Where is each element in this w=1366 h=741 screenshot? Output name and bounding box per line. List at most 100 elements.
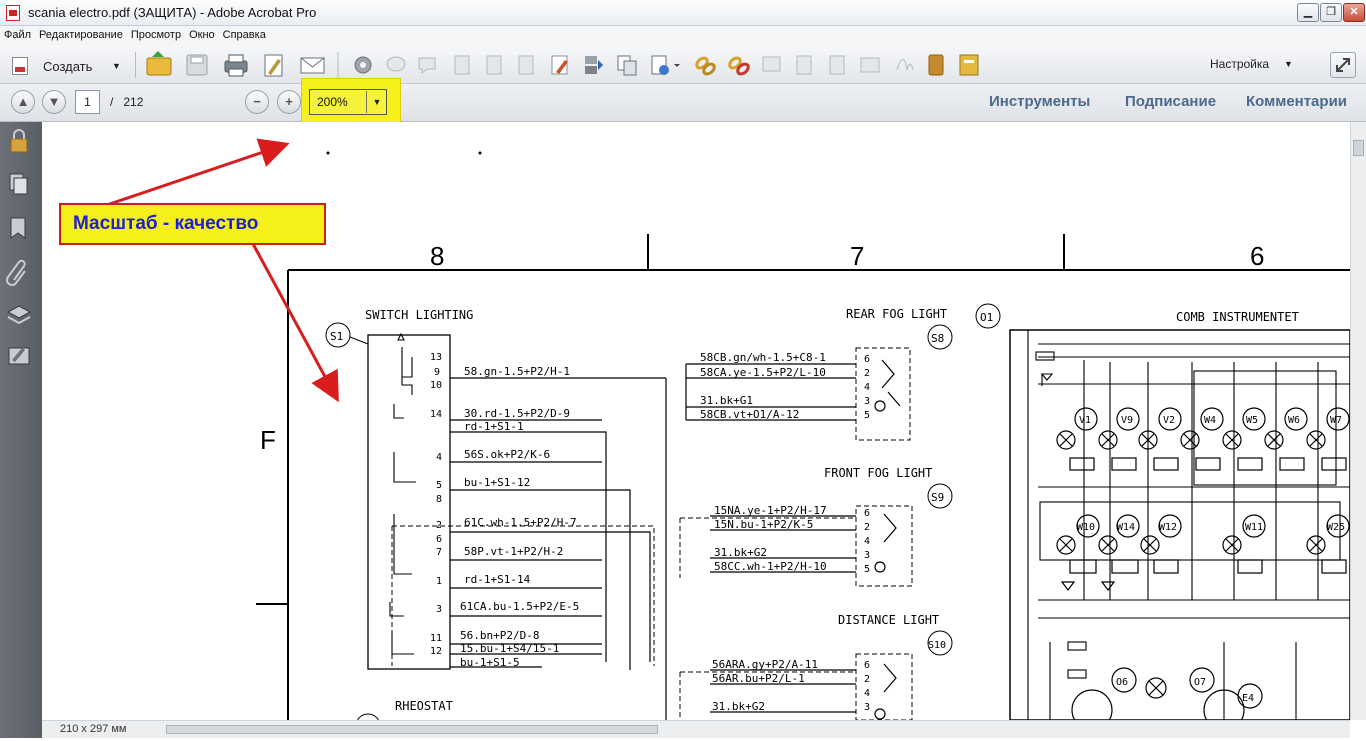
- svg-text:61C.wh-1.5+P2/H-7: 61C.wh-1.5+P2/H-7: [464, 516, 577, 529]
- combine-files-icon[interactable]: [585, 56, 603, 74]
- zoom-level-select[interactable]: 200% ▼: [309, 89, 387, 115]
- svg-text:4: 4: [864, 688, 870, 699]
- copy-pages-icon[interactable]: [617, 55, 637, 76]
- column-number: 6: [1250, 241, 1264, 271]
- svg-text:58CB.gn/wh-1.5+C8-1: 58CB.gn/wh-1.5+C8-1: [700, 351, 826, 364]
- svg-text:15.bu-1+S4/15-1: 15.bu-1+S4/15-1: [460, 642, 559, 655]
- chevron-down-icon[interactable]: ▼: [366, 91, 387, 113]
- sign-pane-link[interactable]: Подписание: [1125, 93, 1216, 110]
- svg-text:2: 2: [864, 522, 870, 533]
- svg-text:V2: V2: [1163, 415, 1175, 426]
- navigation-panel-icons: [6, 129, 32, 365]
- crop-page-icon[interactable]: [518, 55, 534, 75]
- svg-text:W11: W11: [1245, 522, 1263, 533]
- svg-text:W10: W10: [1077, 522, 1095, 533]
- form-icon[interactable]: [860, 57, 880, 73]
- ref-o6: O6: [1116, 677, 1128, 688]
- page-separator: /: [110, 95, 114, 109]
- svg-text:6: 6: [436, 534, 442, 545]
- collection-icon[interactable]: [959, 54, 979, 76]
- svg-text:3: 3: [864, 702, 870, 713]
- column-number: 7: [850, 241, 864, 271]
- rear-fog-label: REAR FOG LIGHT: [846, 307, 947, 321]
- svg-text:56ARA.gy+P2/A-11: 56ARA.gy+P2/A-11: [712, 658, 818, 671]
- svg-text:15NA.ye-1+P2/H-17: 15NA.ye-1+P2/H-17: [714, 504, 827, 517]
- svg-text:6: 6: [864, 354, 870, 365]
- svg-text:W25: W25: [1327, 522, 1345, 533]
- svg-text:14: 14: [430, 409, 442, 420]
- svg-text:W12: W12: [1159, 522, 1177, 533]
- svg-text:rd-1+S1-14: rd-1+S1-14: [464, 573, 531, 586]
- page-icon[interactable]: [829, 55, 845, 75]
- switch-wire-labels: 58.gn-1.5+P2/H-1 30.rd-1.5+P2/D-9 rd-1+S…: [460, 365, 579, 669]
- stamp-icon[interactable]: [762, 56, 781, 72]
- delete-page-icon[interactable]: [454, 55, 470, 75]
- comb-instrument-label: COMB INSTRUMENTET: [1176, 310, 1299, 324]
- page-number-input[interactable]: 1: [75, 90, 100, 114]
- instrument-lamps-row2: W10 W14 W12 W11 W25: [1056, 514, 1350, 591]
- svg-text:31.bk+G2: 31.bk+G2: [712, 700, 765, 713]
- svg-text:58CB.vt+O1/A-12: 58CB.vt+O1/A-12: [700, 408, 799, 421]
- zoom-out-button[interactable]: −: [245, 90, 269, 114]
- pages-icon[interactable]: [9, 173, 28, 195]
- chevron-down-icon[interactable]: ▼: [1284, 59, 1293, 69]
- signature-icon[interactable]: [896, 59, 914, 71]
- svg-text:7: 7: [436, 547, 442, 558]
- comment-reply-icon[interactable]: [418, 57, 436, 75]
- extract-page-icon[interactable]: [486, 55, 502, 75]
- signatures-icon[interactable]: [8, 347, 30, 365]
- switch-pins: 13 9 10 14 4 5 8 2 6 7 1 3 11 12: [430, 352, 442, 657]
- previous-page-button[interactable]: ▲: [11, 90, 35, 114]
- row-letter: F: [260, 425, 276, 455]
- next-page-button[interactable]: ▼: [42, 90, 66, 114]
- expand-view-button[interactable]: [1330, 52, 1356, 78]
- unlink-icon[interactable]: [728, 56, 750, 76]
- svg-text:3: 3: [864, 550, 870, 561]
- attach-file-icon[interactable]: [796, 55, 812, 75]
- ref-s8: S8: [931, 332, 944, 345]
- open-folder-icon[interactable]: [146, 51, 172, 76]
- save-icon[interactable]: [186, 54, 208, 76]
- horizontal-scroll-thumb[interactable]: [166, 725, 658, 734]
- svg-text:rd-1+S1-1: rd-1+S1-1: [464, 420, 524, 433]
- distance-light-label: DISTANCE LIGHT: [838, 613, 939, 627]
- gear-icon[interactable]: [354, 56, 372, 74]
- svg-text:8: 8: [436, 494, 442, 505]
- tools-pane-link[interactable]: Инструменты: [989, 93, 1090, 110]
- pdf-edit-icon[interactable]: [551, 55, 568, 75]
- front-fog-label: FRONT FOG LIGHT: [824, 466, 932, 480]
- vertical-scroll-thumb[interactable]: [1353, 140, 1364, 156]
- svg-text:30.rd-1.5+P2/D-9: 30.rd-1.5+P2/D-9: [464, 407, 570, 420]
- svg-text:W4: W4: [1204, 415, 1216, 426]
- svg-text:15N.bu-1+P2/K-5: 15N.bu-1+P2/K-5: [714, 518, 813, 531]
- attachment-icon[interactable]: [6, 259, 26, 286]
- ref-o7: O7: [1194, 677, 1206, 688]
- notebook-icon[interactable]: [928, 54, 944, 76]
- settings-dropdown-label[interactable]: Настройка: [1210, 57, 1269, 71]
- comment-icon[interactable]: [386, 56, 406, 72]
- zoom-in-button[interactable]: +: [277, 90, 301, 114]
- svg-text:4: 4: [864, 536, 870, 547]
- export-icon[interactable]: [651, 55, 680, 75]
- vertical-scrollbar[interactable]: [1350, 122, 1366, 720]
- email-icon[interactable]: [300, 57, 325, 74]
- svg-text:61CA.bu-1.5+P2/E-5: 61CA.bu-1.5+P2/E-5: [460, 600, 579, 613]
- distance-wires: 56ARA.gy+P2/A-11 56AR.bu+P2/L-1 31.bk+G2: [712, 658, 818, 713]
- edit-document-icon[interactable]: [264, 54, 283, 77]
- lock-icon[interactable]: [10, 129, 28, 153]
- ref-s10: S10: [928, 640, 946, 651]
- svg-text:56S.ok+P2/K-6: 56S.ok+P2/K-6: [464, 448, 550, 461]
- comment-pane-link[interactable]: Комментарии: [1246, 93, 1347, 110]
- svg-text:11: 11: [430, 633, 442, 644]
- svg-text:13: 13: [430, 352, 442, 363]
- svg-text:31.bk+G2: 31.bk+G2: [714, 546, 767, 559]
- callout-annotation: Масштаб - качество: [59, 203, 326, 245]
- print-icon[interactable]: [224, 54, 248, 77]
- svg-text:W7: W7: [1330, 415, 1342, 426]
- bookmark-icon[interactable]: [10, 217, 26, 239]
- page-size-label: 210 x 297 мм: [60, 723, 127, 735]
- svg-text:W6: W6: [1288, 415, 1300, 426]
- layers-icon[interactable]: [6, 305, 32, 325]
- link-icon[interactable]: [695, 56, 716, 76]
- horizontal-scrollbar[interactable]: 210 x 297 мм: [42, 720, 1350, 738]
